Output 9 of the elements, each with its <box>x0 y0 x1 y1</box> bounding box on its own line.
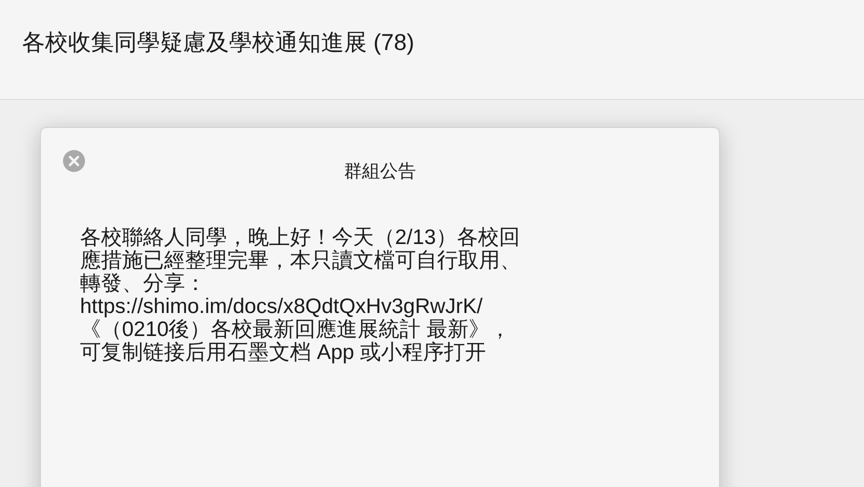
announcement-line: 可复制链接后用石墨文档 App 或小程序打开 <box>80 341 486 364</box>
close-icon[interactable] <box>63 150 85 172</box>
announcement-line: 應措施已經整理完畢，本只讀文檔可自行取用、 <box>80 249 521 272</box>
announcement-line: 《（0210後）各校最新回應進展統計 最新》， <box>80 318 511 341</box>
window-title: 各校收集同學疑慮及學校通知進展 (78) <box>22 28 414 57</box>
dialog-title: 群組公告 <box>344 160 416 183</box>
announcement-line: https://shimo.im/docs/x8QdtQxHv3gRwJrK/ <box>80 295 483 318</box>
announcement-line: 各校聯絡人同學，晚上好！今天（2/13）各校回 <box>80 226 520 249</box>
announcement-line: 轉發、分享： <box>80 272 206 295</box>
